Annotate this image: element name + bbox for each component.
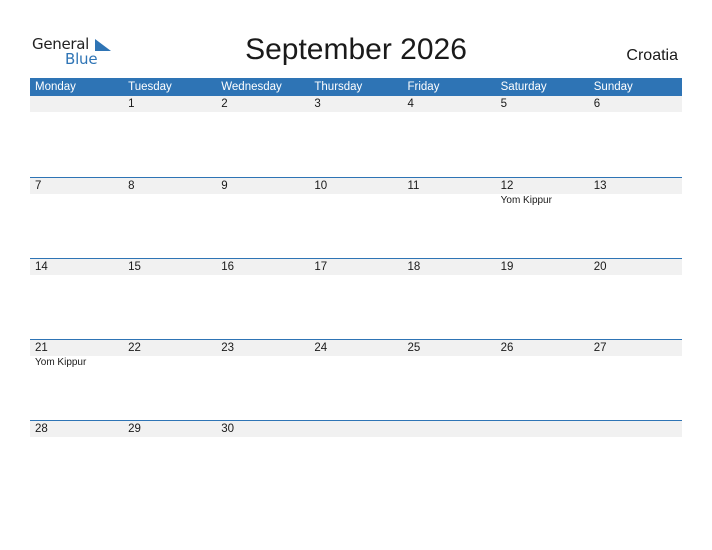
day-number: 2: [221, 98, 228, 110]
day-number: 20: [593, 261, 607, 273]
day-cell: 2: [216, 96, 309, 112]
day-cell: 15: [123, 259, 216, 275]
day-cell: 9: [216, 178, 309, 207]
weekday-header-saturday: Saturday: [500, 81, 547, 93]
day-cell: 29: [123, 421, 216, 437]
day-number: 5: [500, 98, 508, 110]
page-title: September 2026: [245, 33, 467, 66]
week-cells: 1 2 3 4 5 6: [30, 96, 682, 112]
day-cell: 7: [30, 178, 123, 207]
week-cells: 7 8 9 10 11 12 Yom Kippur 13: [30, 178, 682, 207]
day-number: [314, 421, 402, 437]
weekday-header-monday: Monday: [35, 81, 76, 93]
day-number: 23: [221, 342, 235, 354]
day-number: 26: [500, 342, 514, 354]
day-number: 15: [128, 261, 141, 273]
day-number: 18: [407, 261, 421, 273]
holiday-label: Yom Kippur: [500, 195, 552, 206]
weeks-container: 1 2 3 4 5 6 7 8 9 10 11 12 Yom Kippur 13 14 15 16 17 18 19 2…: [30, 96, 682, 501]
day-cell: 16: [216, 259, 309, 275]
day-number: 17: [314, 261, 328, 273]
day-number: 10: [314, 180, 328, 192]
day-cell: 10: [309, 178, 402, 207]
day-cell: 4: [403, 96, 496, 112]
day-number: 11: [407, 180, 420, 192]
day-number: 24: [314, 342, 328, 354]
day-number: 28: [35, 423, 48, 435]
day-cell: 23: [216, 340, 309, 369]
day-cell: 19: [496, 259, 589, 275]
day-cell: [589, 421, 682, 437]
day-cell: 5: [496, 96, 589, 112]
day-cell: 25: [403, 340, 496, 369]
day-cell: 12 Yom Kippur: [496, 178, 589, 207]
day-cell: 26: [496, 340, 589, 369]
day-number: 30: [221, 423, 235, 435]
week-row: 1 2 3 4 5 6: [30, 96, 682, 177]
day-cell: 22: [123, 340, 216, 369]
weekday-header-thursday: Thursday: [314, 81, 363, 93]
day-cell: 21 Yom Kippur: [30, 340, 123, 369]
day-number: 19: [500, 261, 514, 273]
day-number: 6: [593, 98, 601, 110]
week-cells: 21 Yom Kippur 22 23 24 25 26 27: [30, 340, 682, 369]
week-cells: 14 15 16 17 18 19 20: [30, 259, 682, 275]
holiday-label: Yom Kippur: [35, 357, 87, 368]
day-cell: 17: [309, 259, 402, 275]
day-cell: 30: [216, 421, 309, 437]
weekday-header-tuesday: Tuesday: [128, 81, 172, 93]
day-cell: [403, 421, 496, 437]
weekday-header-wednesday: Wednesday: [221, 81, 282, 93]
day-number: [501, 421, 589, 437]
day-cell: 24: [309, 340, 402, 369]
day-cell: 8: [123, 178, 216, 207]
week-row: 7 8 9 10 11 12 Yom Kippur 13: [30, 177, 682, 258]
day-number: 21: [35, 342, 48, 354]
day-cell: 3: [309, 96, 402, 112]
day-cell: [309, 421, 402, 437]
day-number: [408, 421, 496, 437]
weekday-header-sunday: Sunday: [593, 81, 633, 93]
week-cells: 28 29 30: [30, 421, 682, 437]
week-row: 14 15 16 17 18 19 20: [30, 258, 682, 339]
day-number: 3: [314, 98, 321, 110]
day-number: 16: [221, 261, 235, 273]
day-number: 1: [128, 98, 135, 110]
day-cell: 6: [589, 96, 682, 112]
day-number: 8: [128, 180, 135, 192]
day-number: 14: [35, 261, 48, 273]
day-number: [35, 96, 123, 112]
week-row: 28 29 30: [30, 420, 682, 501]
day-number: 22: [128, 342, 141, 354]
day-cell: 11: [403, 178, 496, 207]
day-cell: [496, 421, 589, 437]
day-number: 7: [35, 180, 42, 192]
day-cell: 18: [403, 259, 496, 275]
day-cell: 27: [589, 340, 682, 369]
day-cell: 13: [589, 178, 682, 207]
weekday-header-row: Monday Tuesday Wednesday Thursday Friday Satu…: [30, 78, 682, 96]
day-cell: [30, 96, 123, 112]
day-number: 27: [593, 342, 607, 354]
day-number: [594, 421, 682, 437]
weekday-header-friday: Friday: [407, 81, 440, 93]
day-number: 4: [407, 98, 414, 110]
day-number: 13: [593, 180, 607, 192]
day-cell: 28: [30, 421, 123, 437]
day-cell: 14: [30, 259, 123, 275]
calendar-grid: Monday Tuesday Wednesday Thursday Friday Satu…: [30, 78, 682, 501]
day-number: 25: [407, 342, 421, 354]
week-row: 21 Yom Kippur 22 23 24 25 26 27: [30, 339, 682, 420]
country-label: Croatia: [626, 47, 678, 64]
day-number: 29: [128, 423, 141, 435]
day-number: 9: [221, 180, 228, 192]
day-cell: 20: [589, 259, 682, 275]
day-cell: 1: [123, 96, 216, 112]
day-number: 12: [500, 180, 514, 192]
